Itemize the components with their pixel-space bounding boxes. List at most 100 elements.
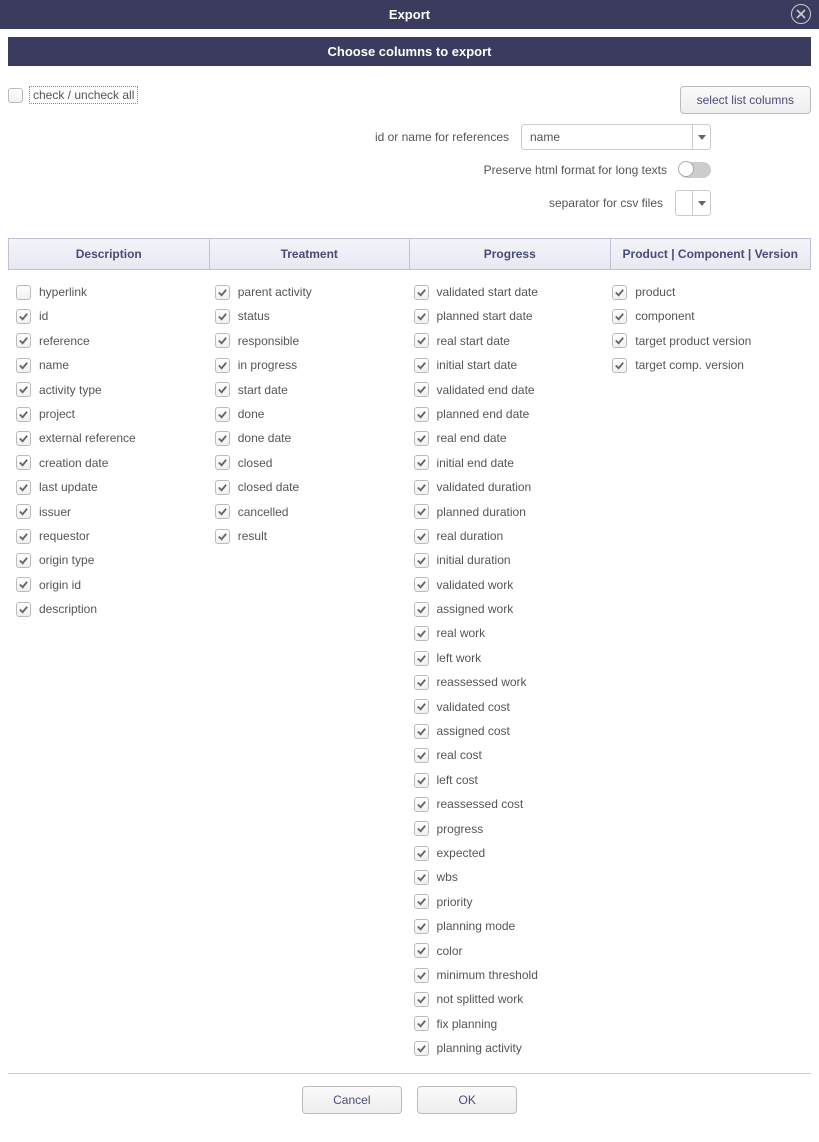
column-item-checkbox[interactable] bbox=[414, 333, 429, 348]
column-item-checkbox[interactable] bbox=[16, 358, 31, 373]
column-item-checkbox[interactable] bbox=[414, 529, 429, 544]
preserve-html-toggle[interactable] bbox=[679, 162, 711, 178]
column-item: planning mode bbox=[414, 914, 605, 938]
column-item-checkbox[interactable] bbox=[16, 285, 31, 300]
column-item-label: project bbox=[39, 404, 75, 424]
cancel-button[interactable]: Cancel bbox=[302, 1086, 402, 1114]
column-item-label: product bbox=[635, 282, 675, 302]
column-item-checkbox[interactable] bbox=[414, 553, 429, 568]
column-item-label: planning activity bbox=[437, 1038, 522, 1058]
column-item: cancelled bbox=[215, 500, 406, 524]
column-item-checkbox[interactable] bbox=[16, 309, 31, 324]
column-item: done date bbox=[215, 426, 406, 450]
column-item-label: assigned work bbox=[437, 599, 514, 619]
column: productcomponenttarget product versionta… bbox=[608, 280, 807, 1061]
column-item-checkbox[interactable] bbox=[16, 553, 31, 568]
separator-select[interactable] bbox=[675, 190, 711, 216]
column-item-checkbox[interactable] bbox=[414, 870, 429, 885]
column-item-checkbox[interactable] bbox=[414, 773, 429, 788]
column-item-checkbox[interactable] bbox=[16, 577, 31, 592]
column-item-checkbox[interactable] bbox=[414, 455, 429, 470]
chevron-down-icon[interactable] bbox=[692, 125, 710, 149]
column-item-label: origin id bbox=[39, 575, 81, 595]
column-item-checkbox[interactable] bbox=[414, 699, 429, 714]
column-item-checkbox[interactable] bbox=[16, 504, 31, 519]
column-item-checkbox[interactable] bbox=[612, 309, 627, 324]
column-item-checkbox[interactable] bbox=[215, 407, 230, 422]
column-item-checkbox[interactable] bbox=[414, 894, 429, 909]
column-item: closed bbox=[215, 451, 406, 475]
check-all-checkbox[interactable] bbox=[8, 88, 23, 103]
column-item-checkbox[interactable] bbox=[215, 480, 230, 495]
column-item-checkbox[interactable] bbox=[414, 748, 429, 763]
column-item-checkbox[interactable] bbox=[414, 1041, 429, 1056]
column-item-checkbox[interactable] bbox=[414, 992, 429, 1007]
column-item-checkbox[interactable] bbox=[414, 431, 429, 446]
close-button[interactable] bbox=[791, 4, 811, 24]
column-item-checkbox[interactable] bbox=[215, 431, 230, 446]
column-item-checkbox[interactable] bbox=[414, 821, 429, 836]
column-item-checkbox[interactable] bbox=[414, 358, 429, 373]
column-item-label: fix planning bbox=[437, 1014, 498, 1034]
column-item-checkbox[interactable] bbox=[414, 407, 429, 422]
column-item-checkbox[interactable] bbox=[16, 382, 31, 397]
column-item-checkbox[interactable] bbox=[16, 480, 31, 495]
column-item-checkbox[interactable] bbox=[215, 382, 230, 397]
column-item-checkbox[interactable] bbox=[414, 480, 429, 495]
toggle-knob bbox=[678, 161, 694, 177]
column-item-checkbox[interactable] bbox=[16, 529, 31, 544]
column-item-checkbox[interactable] bbox=[414, 846, 429, 861]
column-item-checkbox[interactable] bbox=[414, 602, 429, 617]
column-item-checkbox[interactable] bbox=[414, 919, 429, 934]
column-item-checkbox[interactable] bbox=[16, 407, 31, 422]
column-item-label: real end date bbox=[437, 428, 507, 448]
column-item: reassessed cost bbox=[414, 792, 605, 816]
column-item-checkbox[interactable] bbox=[414, 309, 429, 324]
column-item-checkbox[interactable] bbox=[16, 602, 31, 617]
column-item-checkbox[interactable] bbox=[215, 455, 230, 470]
column-item: done bbox=[215, 402, 406, 426]
select-list-columns-button[interactable]: select list columns bbox=[680, 86, 811, 114]
column-item-checkbox[interactable] bbox=[215, 285, 230, 300]
column-item: validated duration bbox=[414, 475, 605, 499]
separator-select-input[interactable] bbox=[676, 191, 692, 215]
column-item-checkbox[interactable] bbox=[414, 285, 429, 300]
column-item-label: result bbox=[238, 526, 267, 546]
column-item-label: initial start date bbox=[437, 355, 518, 375]
column-item-checkbox[interactable] bbox=[215, 309, 230, 324]
column-item: start date bbox=[215, 378, 406, 402]
column-item-checkbox[interactable] bbox=[414, 504, 429, 519]
check-all-label[interactable]: check / uncheck all bbox=[29, 86, 138, 104]
column-item-label: description bbox=[39, 599, 97, 619]
references-select[interactable] bbox=[521, 124, 711, 150]
column-item-label: validated cost bbox=[437, 697, 510, 717]
column-item-checkbox[interactable] bbox=[414, 675, 429, 690]
column-item-checkbox[interactable] bbox=[612, 285, 627, 300]
column-item-checkbox[interactable] bbox=[414, 1016, 429, 1031]
column-item: target product version bbox=[612, 329, 803, 353]
column-item-checkbox[interactable] bbox=[215, 529, 230, 544]
column-item-checkbox[interactable] bbox=[612, 333, 627, 348]
references-select-input[interactable] bbox=[522, 125, 692, 149]
column-item-checkbox[interactable] bbox=[414, 626, 429, 641]
column-item-checkbox[interactable] bbox=[414, 577, 429, 592]
chevron-down-icon[interactable] bbox=[692, 191, 710, 215]
column-item-checkbox[interactable] bbox=[414, 382, 429, 397]
column-item-label: target product version bbox=[635, 331, 751, 351]
column-item-checkbox[interactable] bbox=[16, 333, 31, 348]
dialog-titlebar: Export bbox=[0, 0, 819, 29]
column-header: Product | Component | Version bbox=[611, 239, 811, 269]
column-item-checkbox[interactable] bbox=[414, 968, 429, 983]
column-item-checkbox[interactable] bbox=[215, 333, 230, 348]
column-item-checkbox[interactable] bbox=[215, 504, 230, 519]
column-item-checkbox[interactable] bbox=[414, 797, 429, 812]
column-item-checkbox[interactable] bbox=[414, 724, 429, 739]
column-item-checkbox[interactable] bbox=[612, 358, 627, 373]
ok-button[interactable]: OK bbox=[417, 1086, 517, 1114]
column-item-checkbox[interactable] bbox=[414, 651, 429, 666]
column-item-label: in progress bbox=[238, 355, 297, 375]
column-item-checkbox[interactable] bbox=[16, 455, 31, 470]
column-item-checkbox[interactable] bbox=[414, 943, 429, 958]
column-item-checkbox[interactable] bbox=[215, 358, 230, 373]
column-item-checkbox[interactable] bbox=[16, 431, 31, 446]
